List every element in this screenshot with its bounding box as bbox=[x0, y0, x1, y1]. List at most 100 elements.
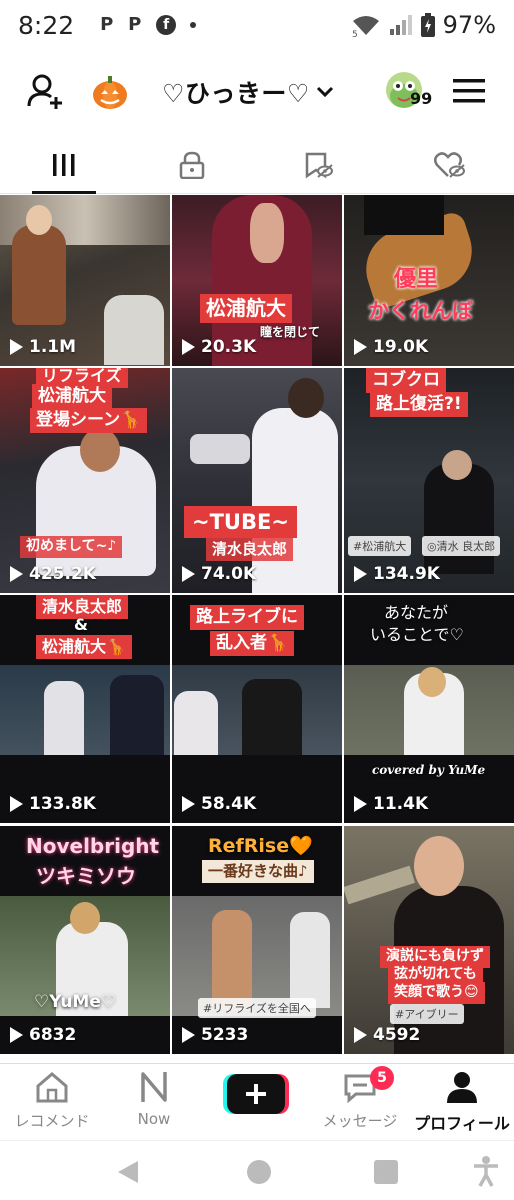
avatar-badge: 99 bbox=[410, 89, 433, 108]
pumpkin-icon[interactable] bbox=[90, 72, 130, 112]
tab-videos[interactable] bbox=[32, 136, 96, 194]
notification-p-icon: P bbox=[128, 14, 142, 35]
create-button[interactable] bbox=[223, 1074, 289, 1114]
bookmark-hidden-icon bbox=[305, 152, 333, 179]
video-caption: 松浦航大🦒 bbox=[36, 635, 132, 659]
play-icon bbox=[182, 566, 195, 582]
nav-label: レコメンド bbox=[14, 1112, 90, 1130]
video-caption: かくれんぼ bbox=[368, 299, 473, 323]
tab-liked[interactable] bbox=[418, 136, 482, 194]
play-icon bbox=[10, 796, 23, 812]
video-caption: ~TUBE~ bbox=[184, 506, 297, 539]
battery-percent: 97% bbox=[442, 11, 496, 39]
profile-icon bbox=[447, 1072, 477, 1103]
video-grid: 1.1M 松浦航大 瞳を閉じて 20.3K 優里 かくれんぼ 19.0K リフラ… bbox=[0, 195, 514, 1058]
view-count: 1.1M bbox=[10, 337, 76, 357]
lock-icon bbox=[179, 151, 205, 179]
nav-now[interactable]: Now bbox=[104, 1070, 204, 1128]
nav-label: Now bbox=[137, 1110, 171, 1128]
video-thumbnail-figure bbox=[424, 464, 494, 574]
facebook-icon: f bbox=[156, 15, 177, 35]
video-caption: ♡YuMe♡ bbox=[34, 992, 117, 1012]
view-count: 6832 bbox=[10, 1025, 76, 1045]
profile-header: ♡ひっきー♡ 99 bbox=[0, 62, 514, 122]
video-caption: 一番好きな曲♪ bbox=[202, 860, 314, 883]
video-tile[interactable]: あなたが いることで♡ covered by YuMe 11.4K bbox=[344, 595, 514, 823]
view-count: 58.4K bbox=[182, 794, 256, 814]
video-tile[interactable]: 優里 かくれんぼ 19.0K bbox=[344, 195, 514, 366]
hamburger-menu-icon[interactable] bbox=[452, 76, 486, 106]
system-navigation bbox=[0, 1140, 514, 1200]
username-switcher[interactable]: ♡ひっきー♡ bbox=[162, 74, 334, 110]
home-icon bbox=[36, 1072, 68, 1103]
create-plus-icon bbox=[223, 1074, 289, 1114]
video-caption: RefRise🧡 bbox=[208, 835, 313, 857]
view-count: 11.4K bbox=[354, 794, 428, 814]
video-thumbnail-figure bbox=[70, 902, 100, 934]
view-count: 74.0K bbox=[182, 564, 256, 584]
play-icon bbox=[182, 796, 195, 812]
video-caption: 瞳を閉じて bbox=[260, 325, 321, 339]
video-caption: 初めまして~♪ bbox=[20, 536, 123, 558]
accessibility-icon[interactable] bbox=[472, 1155, 500, 1187]
video-tile[interactable]: 松浦航大 瞳を閉じて 20.3K bbox=[172, 195, 342, 366]
active-tab-indicator bbox=[32, 191, 96, 194]
video-caption: あなたが bbox=[384, 603, 449, 622]
notification-p-icon: P bbox=[100, 14, 114, 35]
notification-icons: P P f bbox=[100, 14, 197, 35]
video-tile[interactable]: 1.1M bbox=[0, 195, 170, 366]
chevron-down-icon bbox=[316, 86, 333, 98]
nav-label: メッセージ bbox=[322, 1112, 398, 1130]
view-count: 5233 bbox=[182, 1025, 248, 1045]
nav-home[interactable]: レコメンド bbox=[2, 1070, 102, 1131]
video-caption: 優里 bbox=[394, 267, 439, 292]
view-count: 4592 bbox=[354, 1025, 420, 1045]
mention-pill: ◎清水 良太郎 bbox=[422, 536, 501, 556]
video-thumbnail-figure bbox=[250, 203, 284, 263]
avatar[interactable]: 99 bbox=[386, 72, 434, 114]
view-count: 425.2K bbox=[10, 564, 96, 584]
video-caption: ツキミソウ bbox=[36, 864, 136, 888]
view-count: 19.0K bbox=[354, 337, 428, 357]
play-icon bbox=[10, 339, 23, 355]
add-user-icon[interactable] bbox=[26, 72, 66, 112]
play-icon bbox=[10, 566, 23, 582]
video-tile[interactable]: 清水良太郎 & 松浦航大🦒 133.8K bbox=[0, 595, 170, 823]
tab-private[interactable] bbox=[160, 136, 224, 194]
recents-icon[interactable] bbox=[373, 1159, 399, 1185]
status-right: 5 97% bbox=[351, 11, 496, 39]
video-thumbnail-figure bbox=[104, 295, 164, 365]
status-bar: 8:22 P P f 5 97% bbox=[0, 0, 514, 50]
video-thumbnail-figure bbox=[290, 912, 330, 1008]
video-tile[interactable]: 路上ライブに 乱入者🦒 58.4K bbox=[172, 595, 342, 823]
nav-inbox[interactable]: メッセージ bbox=[310, 1070, 410, 1131]
wifi-icon: 5 bbox=[352, 16, 379, 37]
video-tile[interactable]: ~TUBE~ 清水良太郎 74.0K bbox=[172, 368, 342, 593]
hashtag-pill: #リフライズを全国へ bbox=[198, 998, 316, 1018]
home-circle-icon[interactable] bbox=[246, 1159, 272, 1185]
video-caption: いることで♡ bbox=[370, 625, 464, 644]
video-caption: Novelbright bbox=[26, 834, 160, 858]
video-thumbnail-figure bbox=[12, 225, 66, 325]
grid-icon bbox=[53, 154, 75, 176]
nav-profile[interactable]: プロフィール bbox=[412, 1070, 512, 1134]
view-count: 20.3K bbox=[182, 337, 256, 357]
back-icon[interactable] bbox=[116, 1159, 140, 1185]
view-count: 134.9K bbox=[354, 564, 440, 584]
video-thumbnail-figure bbox=[110, 675, 164, 755]
username: ♡ひっきー♡ bbox=[162, 79, 310, 108]
video-tile[interactable]: RefRise🧡 一番好きな曲♪ #リフライズを全国へ 5233 bbox=[172, 826, 342, 1054]
video-thumbnail-figure bbox=[80, 428, 120, 472]
more-notifications-dot-icon bbox=[190, 22, 197, 28]
video-thumbnail-figure bbox=[418, 667, 446, 697]
video-tile[interactable]: 演説にも負けず 弦が切れても 笑顔で歌う😊 #アイブリー 4592 bbox=[344, 826, 514, 1054]
video-tile[interactable]: コブクロ 路上復活?! #松浦航大 ◎清水 良太郎 134.9K bbox=[344, 368, 514, 593]
signal-icon bbox=[389, 15, 412, 35]
tab-favorites[interactable] bbox=[286, 136, 350, 194]
video-tile[interactable]: Novelbright ツキミソウ ♡YuMe♡ 6832 bbox=[0, 826, 170, 1054]
view-count: 133.8K bbox=[10, 794, 96, 814]
video-caption: 路上ライブに bbox=[190, 605, 304, 631]
video-tile[interactable]: リフライズ 松浦航大 登場シーン🦒 初めまして~♪ 425.2K bbox=[0, 368, 170, 593]
play-icon bbox=[182, 339, 195, 355]
video-thumbnail-figure bbox=[252, 408, 338, 593]
